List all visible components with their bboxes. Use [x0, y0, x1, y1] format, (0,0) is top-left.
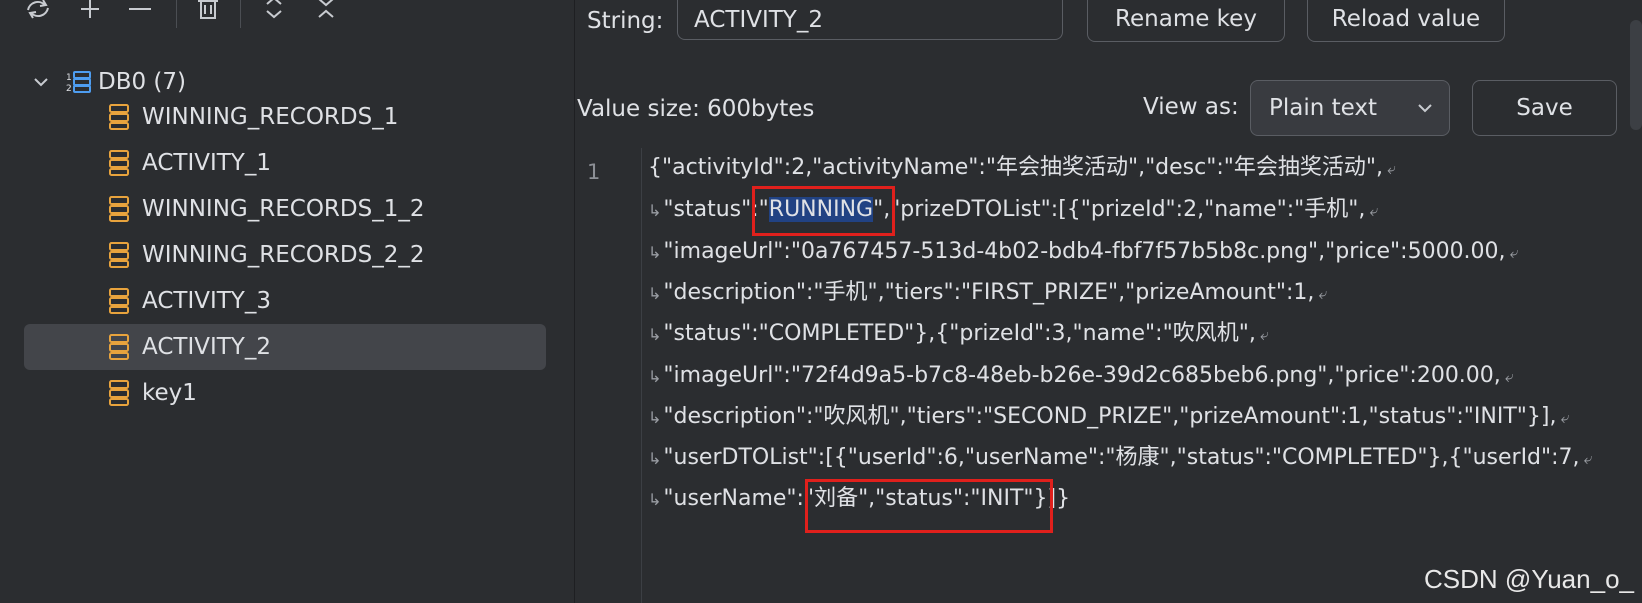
- rename-key-label: Rename key: [1115, 5, 1257, 32]
- key-item-winning-records-1[interactable]: WINNING_RECORDS_1: [24, 94, 546, 140]
- add-icon[interactable]: [74, 0, 106, 24]
- type-label: String:: [587, 8, 664, 34]
- save-button[interactable]: Save: [1472, 80, 1617, 136]
- key-label: ACTIVITY_2: [142, 334, 271, 360]
- key-item-winning-records-1-2[interactable]: WINNING_RECORDS_1_2: [24, 186, 546, 232]
- wrap-continuation-icon: ↳: [648, 201, 662, 220]
- code-line: ↳"description":"吹风机","tiers":"SECOND_PRI…: [648, 402, 1569, 432]
- chevron-down-icon[interactable]: [30, 71, 52, 93]
- view-as-value: Plain text: [1269, 95, 1378, 121]
- watermark: CSDN @Yuan_o_: [1424, 564, 1634, 594]
- code-text: {"activityId":2,"activityName":"年会抽奖活动",…: [648, 155, 1384, 180]
- rename-key-button[interactable]: Rename key: [1087, 0, 1285, 42]
- wrap-continuation-icon: ↳: [648, 284, 662, 303]
- key-item-activity-2[interactable]: ACTIVITY_2: [24, 324, 546, 370]
- reload-value-button[interactable]: Reload value: [1307, 0, 1505, 42]
- soft-wrap-icon: ⤶: [1369, 201, 1379, 220]
- soft-wrap-icon: ⤶: [1583, 449, 1593, 468]
- database-icon: 1 2: [66, 71, 91, 94]
- soft-wrap-icon: ⤶: [1387, 159, 1396, 178]
- string-key-icon: [109, 334, 129, 360]
- key-item-winning-records-2-2[interactable]: WINNING_RECORDS_2_2: [24, 232, 546, 278]
- code-text: "description":"手机","tiers":"FIRST_PRIZE"…: [663, 280, 1315, 305]
- remove-icon[interactable]: [124, 0, 156, 24]
- scrollbar[interactable]: [1630, 20, 1642, 130]
- soft-wrap-icon: ⤶: [1318, 284, 1328, 303]
- wrap-continuation-icon: ↳: [648, 325, 662, 344]
- code-line: ↳"status":"COMPLETED"},{"prizeId":3,"nam…: [648, 319, 1269, 349]
- chevron-down-icon: [1418, 104, 1432, 113]
- string-key-icon: [109, 288, 129, 314]
- collapse-icon[interactable]: [310, 0, 342, 24]
- view-as-select[interactable]: Plain text: [1250, 80, 1450, 136]
- value-editor[interactable]: 1 {"activityId":2,"activityName":"年会抽奖活动…: [575, 148, 1642, 603]
- code-text: "description":"吹风机","tiers":"SECOND_PRIZ…: [663, 404, 1557, 429]
- string-key-icon: [109, 242, 129, 268]
- key-name-input[interactable]: ACTIVITY_2: [677, 0, 1063, 40]
- soft-wrap-icon: ⤶: [1504, 367, 1514, 386]
- wrap-continuation-icon: ↳: [648, 367, 662, 386]
- code-line: ↳"userDTOList":[{"userId":6,"userName":"…: [648, 443, 1593, 473]
- string-key-icon: [109, 380, 129, 406]
- reload-value-label: Reload value: [1331, 5, 1481, 32]
- key-item-activity-1[interactable]: ACTIVITY_1: [24, 140, 546, 186]
- soft-wrap-icon: ⤶: [1509, 243, 1519, 262]
- delete-icon[interactable]: [192, 0, 224, 24]
- key-label: WINNING_RECORDS_1_2: [142, 196, 425, 222]
- string-key-icon: [109, 196, 129, 222]
- code-text: "imageUrl":"0a767457-513d-4b02-bdb4-fbf7…: [663, 239, 1506, 264]
- key-label: WINNING_RECORDS_1: [142, 104, 399, 130]
- string-key-icon: [109, 150, 129, 176]
- code-line: ↳"imageUrl":"72f4d9a5-b7c8-48eb-b26e-39d…: [648, 361, 1514, 391]
- line-number: 1: [587, 160, 601, 184]
- value-panel: String: ACTIVITY_2 Rename key Reload val…: [575, 0, 1642, 603]
- annotation-box: [752, 186, 895, 236]
- save-label: Save: [1516, 95, 1573, 121]
- string-key-icon: [109, 104, 129, 130]
- svg-text:1: 1: [66, 73, 72, 83]
- wrap-continuation-icon: ↳: [648, 243, 662, 262]
- annotation-box: [805, 479, 1053, 533]
- expand-icon[interactable]: [258, 0, 290, 24]
- refresh-icon[interactable]: [22, 0, 54, 24]
- toolbar-separator: [240, 0, 241, 28]
- gutter-divider: [641, 148, 642, 603]
- key-item-key1[interactable]: key1: [24, 370, 546, 416]
- code-text: "status":"COMPLETED"},{"prizeId":3,"name…: [663, 321, 1256, 346]
- code-line: {"activityId":2,"activityName":"年会抽奖活动",…: [648, 153, 1396, 183]
- code-text: ","prizeDTOList":[{"prizeId":2,"name":"手…: [873, 197, 1366, 222]
- key-label: ACTIVITY_1: [142, 150, 271, 176]
- wrap-continuation-icon: ↳: [648, 408, 662, 427]
- key-label: key1: [142, 380, 197, 406]
- key-label: ACTIVITY_3: [142, 288, 271, 314]
- key-label: WINNING_RECORDS_2_2: [142, 242, 425, 268]
- value-size-label: Value size: 600bytes: [577, 96, 815, 122]
- db-label: DB0 (7): [98, 69, 187, 95]
- wrap-continuation-icon: ↳: [648, 449, 662, 468]
- wrap-continuation-icon: ↳: [648, 490, 662, 509]
- code-text: "userDTOList":[{"userId":6,"userName":"杨…: [663, 445, 1580, 470]
- toolbar-separator: [176, 0, 177, 28]
- tree-toolbar: [0, 0, 574, 34]
- code-line: ↳"description":"手机","tiers":"FIRST_PRIZE…: [648, 278, 1327, 308]
- key-tree-panel: 1 2 DB0 (7) WINNING_RECORDS_1 ACTIVITY_1…: [0, 0, 575, 603]
- soft-wrap-icon: ⤶: [1560, 408, 1570, 427]
- soft-wrap-icon: ⤶: [1259, 325, 1269, 344]
- key-item-activity-3[interactable]: ACTIVITY_3: [24, 278, 546, 324]
- svg-text:2: 2: [66, 84, 72, 94]
- code-line: ↳"imageUrl":"0a767457-513d-4b02-bdb4-fbf…: [648, 237, 1519, 267]
- view-as-label: View as:: [1143, 94, 1239, 120]
- code-text: "imageUrl":"72f4d9a5-b7c8-48eb-b26e-39d2…: [663, 363, 1501, 388]
- key-name-value: ACTIVITY_2: [694, 6, 823, 33]
